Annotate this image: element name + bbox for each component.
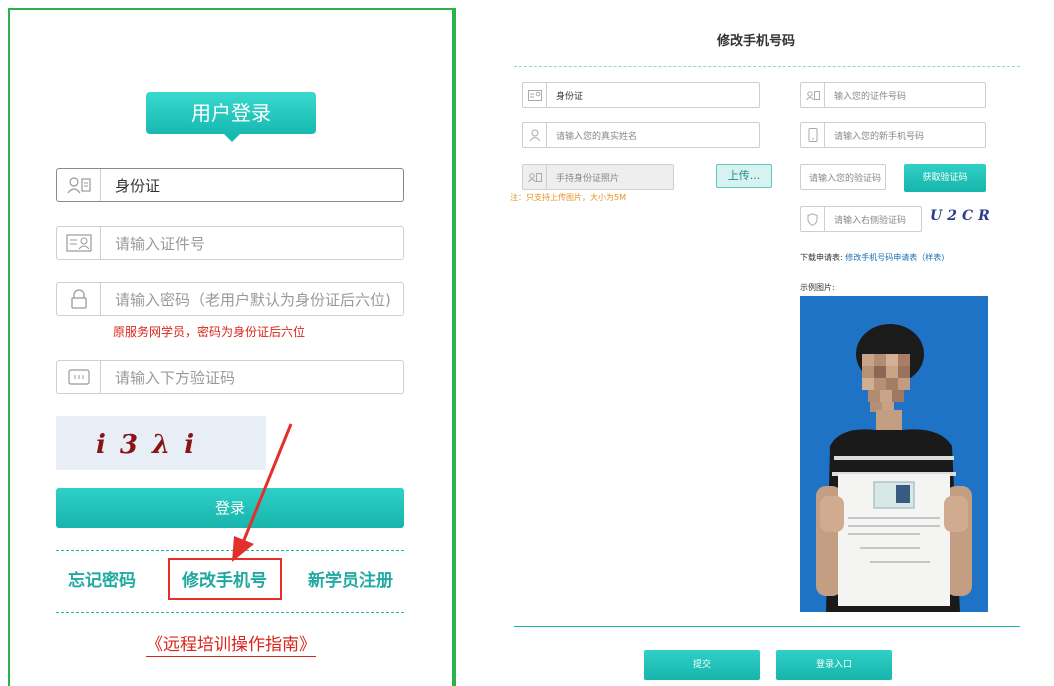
register-link[interactable]: 新学员注册 xyxy=(308,566,393,591)
password-field[interactable]: 请输入密码（老用户默认为身份证后六位) xyxy=(56,282,404,316)
mobile-phone-icon xyxy=(801,123,825,147)
id-number-field[interactable]: 输入您的证件号码 xyxy=(800,82,986,108)
captcha-field[interactable]: 请输入右侧验证码 xyxy=(800,206,922,232)
guide-link[interactable]: 《远程培训操作指南》 xyxy=(10,630,452,657)
keyboard-icon xyxy=(57,361,101,393)
new-phone-field[interactable]: 请输入您的新手机号码 xyxy=(800,122,986,148)
password-placeholder: 请输入密码（老用户默认为身份证后六位) xyxy=(115,290,391,309)
user-icon xyxy=(523,123,547,147)
download-prefix: 下载申请表: xyxy=(800,253,843,262)
captcha-field[interactable]: 请输入下方验证码 xyxy=(56,360,404,394)
shield-icon xyxy=(801,207,825,231)
change-phone-link[interactable]: 修改手机号 xyxy=(182,566,267,591)
id-card-front-icon xyxy=(57,227,101,259)
sms-code-field[interactable]: 请输入您的验证码 xyxy=(800,164,886,190)
id-card-icon xyxy=(801,83,825,107)
get-code-button[interactable]: 获取验证码 xyxy=(904,164,986,192)
divider-bottom xyxy=(56,612,404,613)
sms-code-placeholder: 请输入您的验证码 xyxy=(809,173,882,184)
forgot-password-link[interactable]: 忘记密码 xyxy=(68,566,136,591)
lock-icon xyxy=(57,283,101,315)
id-photo-field[interactable]: 手持身份证照片 xyxy=(522,164,674,190)
new-phone-placeholder: 请输入您的新手机号码 xyxy=(834,131,925,142)
divider-top xyxy=(56,550,404,551)
id-type-select[interactable]: 身份证 xyxy=(56,168,404,202)
id-number-placeholder: 请输入证件号 xyxy=(115,234,206,253)
id-type-select[interactable]: 身份证 xyxy=(522,82,760,108)
id-card-front-icon xyxy=(523,83,547,107)
page-title: 修改手机号码 xyxy=(716,34,795,49)
id-type-value: 身份证 xyxy=(115,176,161,195)
name-placeholder: 请输入您的真实姓名 xyxy=(556,131,638,142)
captcha-text: i3λi xyxy=(96,430,209,460)
login-title-banner-tail xyxy=(222,132,242,142)
captcha-image[interactable]: U2CR xyxy=(930,208,995,224)
upload-note: 注：只支持上传图片，大小为5M xyxy=(510,193,626,202)
name-field[interactable]: 请输入您的真实姓名 xyxy=(522,122,760,148)
example-photo xyxy=(800,296,988,612)
login-title-banner: 用户登录 xyxy=(146,92,316,134)
id-card-icon xyxy=(523,165,547,189)
title-divider xyxy=(514,66,1020,67)
login-entry-button[interactable]: 登录入口 xyxy=(776,650,892,680)
download-link[interactable]: 修改手机号码申请表（样表) xyxy=(845,253,944,262)
example-photo-illustration xyxy=(800,296,988,612)
password-note: 原服务网学员，密码为身份证后六位 xyxy=(113,325,306,339)
example-label: 示例图片: xyxy=(800,283,835,292)
login-panel: 用户登录 身份证 请输入证件号 请输入密码（老用户默认为身份证后六位) 原服务网… xyxy=(8,8,454,686)
submit-button[interactable]: 提交 xyxy=(644,650,760,680)
guide-link-text: 《远程培训操作指南》 xyxy=(146,635,316,657)
change-phone-panel: 修改手机号码 身份证 请输入您的真实姓名 手持身份证照片 上传... 注：只支持… xyxy=(454,8,1054,686)
captcha-placeholder: 请输入右侧验证码 xyxy=(834,215,907,226)
upload-button[interactable]: 上传... xyxy=(716,164,772,188)
captcha-placeholder: 请输入下方验证码 xyxy=(115,368,236,387)
id-type-value: 身份证 xyxy=(556,91,584,102)
id-photo-placeholder: 手持身份证照片 xyxy=(556,173,620,184)
id-card-icon xyxy=(57,169,101,201)
download-line: 下载申请表: 修改手机号码申请表（样表) xyxy=(800,252,944,263)
bottom-divider xyxy=(514,626,1020,627)
id-number-placeholder: 输入您的证件号码 xyxy=(834,91,907,102)
login-button[interactable]: 登录 xyxy=(56,488,404,528)
id-number-field[interactable]: 请输入证件号 xyxy=(56,226,404,260)
captcha-image[interactable]: i3λi xyxy=(56,416,266,470)
